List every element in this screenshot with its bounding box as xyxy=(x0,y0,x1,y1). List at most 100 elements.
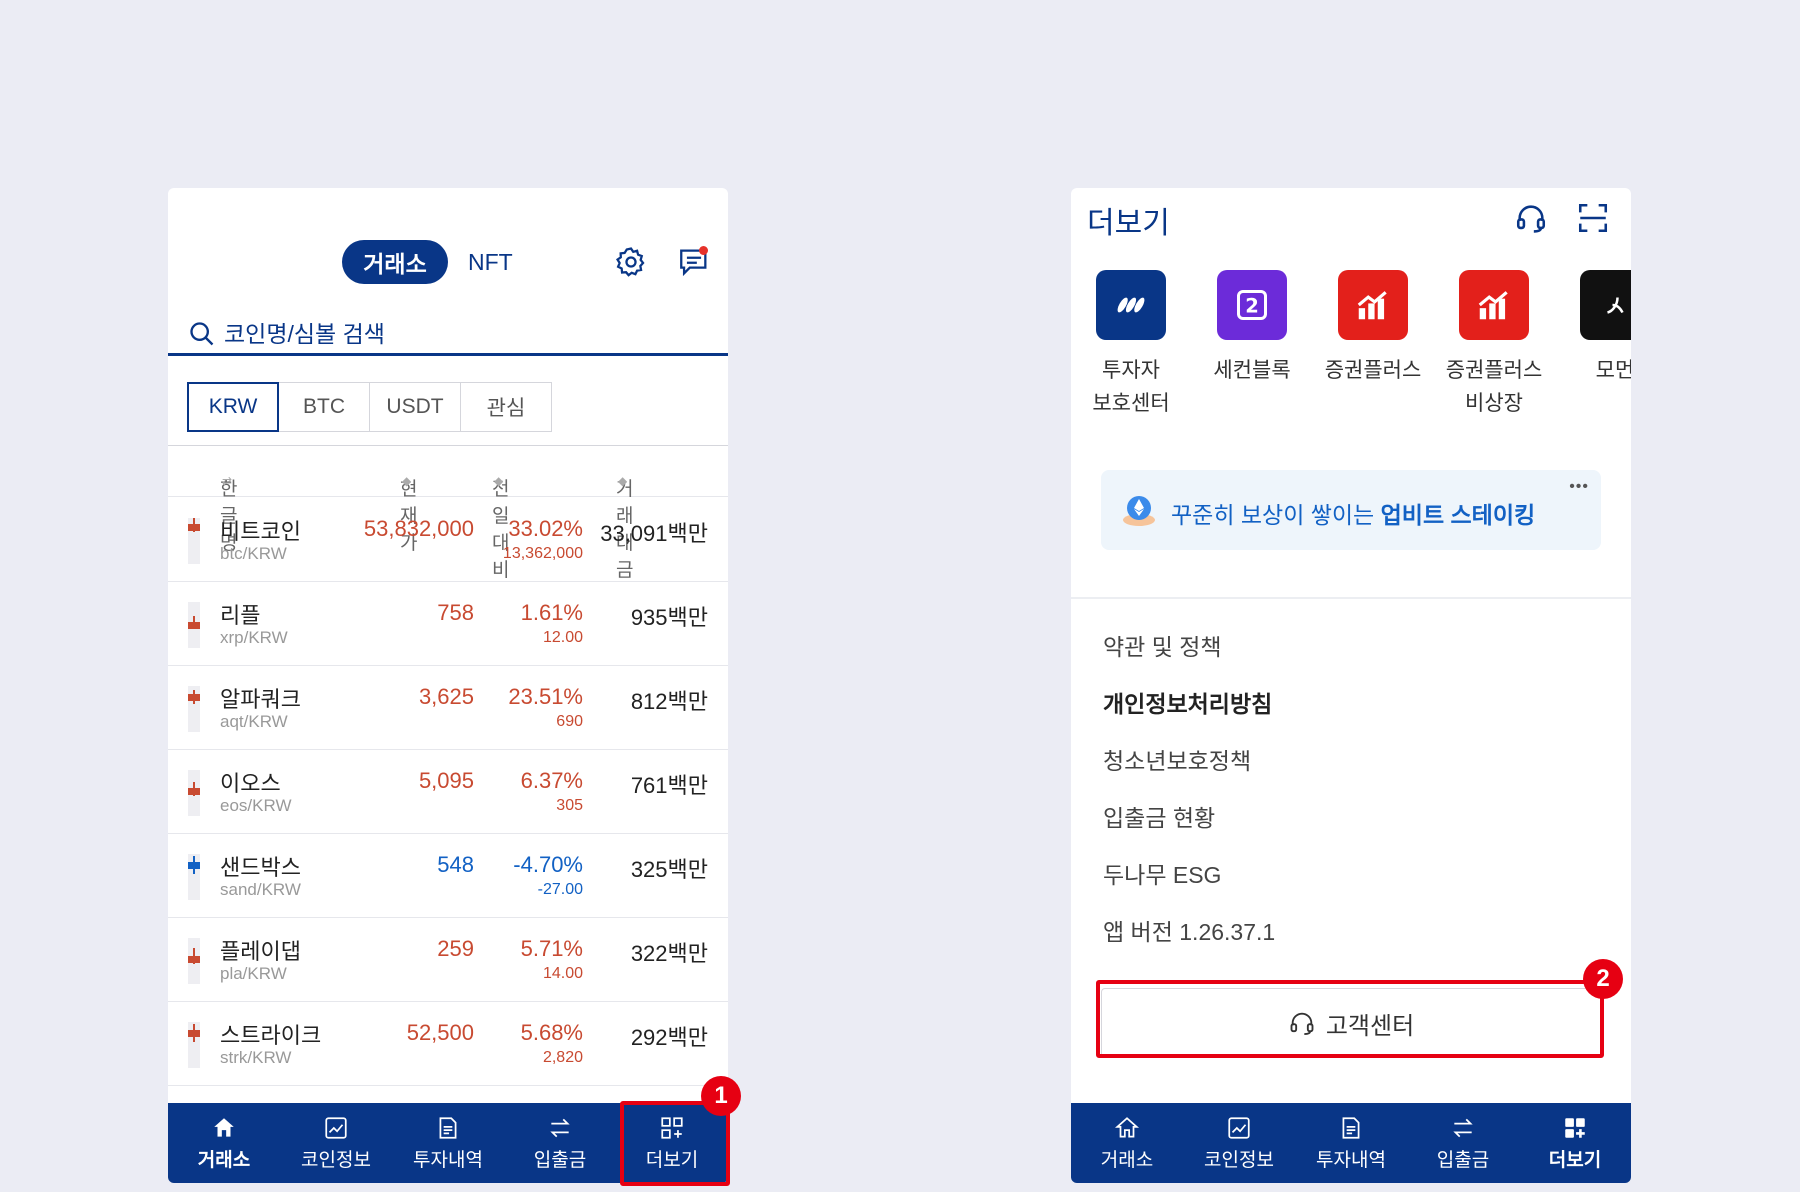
nav-deposit-withdraw[interactable]: 입출금 xyxy=(1407,1103,1519,1183)
app-secondblock[interactable]: 2 세컨블록 xyxy=(1192,270,1312,387)
coin-row[interactable]: 이오스 eos/KRW 5,095 6.37% 305 761백만 xyxy=(168,750,728,834)
search-icon xyxy=(182,314,222,354)
bottom-nav: 거래소 코인정보 투자내역 입출금 더보기 xyxy=(1071,1103,1631,1183)
gear-icon[interactable] xyxy=(611,242,651,282)
coin-name: 비트코인 xyxy=(220,519,301,544)
coin-volume: 33,091백만 xyxy=(600,521,708,546)
app-shortcuts: 투자자 보호센터 2 세컨블록 증권플러스 증권플러스 비상장 모먼 xyxy=(1071,270,1631,430)
app-stock-plus[interactable]: 증권플러스 xyxy=(1313,270,1433,387)
coin-change-pct: 23.51% xyxy=(508,684,583,709)
nav-investments[interactable]: 투자내역 xyxy=(1295,1103,1407,1183)
app-version: 앱 버전 1.26.37.1 xyxy=(1103,919,1276,945)
coin-change-diff: 14.00 xyxy=(542,965,583,982)
coin-list: 비트코인 btc/KRW 53,832,000 33.02% 13,362,00… xyxy=(168,498,728,1086)
coin-symbol: sand/KRW xyxy=(220,880,301,899)
candle-icon xyxy=(188,686,200,732)
coin-name: 리플 xyxy=(220,603,261,628)
coin-volume: 761백만 xyxy=(630,773,708,798)
coin-name: 샌드박스 xyxy=(220,855,301,880)
coin-change-pct: -4.70% xyxy=(513,852,583,877)
nav-label: 코인정보 xyxy=(301,1149,371,1171)
nav-label: 입출금 xyxy=(1436,1149,1490,1171)
menu-youth-policy[interactable]: 청소년보호정책 xyxy=(1103,742,1275,799)
app-moment[interactable]: 모먼 xyxy=(1555,270,1631,387)
coin-change-diff: 13,362,000 xyxy=(502,545,583,562)
chart-icon xyxy=(1228,1116,1250,1139)
app-label: 세컨블록 xyxy=(1213,359,1291,382)
nav-label: 투자내역 xyxy=(1316,1149,1386,1171)
moment-icon xyxy=(1580,270,1631,340)
nav-exchange[interactable]: 거래소 xyxy=(1071,1103,1183,1183)
nav-coin-info[interactable]: 코인정보 xyxy=(1183,1103,1295,1183)
nav-exchange[interactable]: 거래소 xyxy=(168,1103,280,1183)
coin-symbol: aqt/KRW xyxy=(220,712,288,731)
coin-volume: 322백만 xyxy=(630,941,708,966)
coin-row[interactable]: 플레이댑 pla/KRW 259 5.71% 14.00 322백만 xyxy=(168,918,728,1002)
grid-plus-icon xyxy=(1565,1117,1585,1138)
headset-icon[interactable] xyxy=(1511,198,1551,238)
candle-icon xyxy=(188,854,200,900)
coin-row[interactable]: 알파쿼크 aqt/KRW 3,625 23.51% 690 812백만 xyxy=(168,666,728,750)
settings-menu: 약관 및 정책 개인정보처리방침 청소년보호정책 입출금 현황 두나무 ESG … xyxy=(1103,628,1275,970)
home-icon xyxy=(1114,1116,1140,1138)
coin-symbol: eos/KRW xyxy=(220,796,292,815)
market-tabs: KRW BTC USDT 관심 xyxy=(187,382,552,432)
swap-icon: ⇄ xyxy=(222,474,233,488)
nav-coin-info[interactable]: 코인정보 xyxy=(280,1103,392,1183)
coin-change-diff: 12.00 xyxy=(542,629,583,646)
menu-privacy-policy[interactable]: 개인정보처리방침 xyxy=(1103,685,1275,742)
staking-banner[interactable]: 꾸준히 보상이 쌓이는 업비트 스테이킹 ••• xyxy=(1101,470,1601,550)
page-title: 더보기 xyxy=(1087,207,1170,240)
coin-volume: 935백만 xyxy=(630,605,708,630)
secondblock-icon: 2 xyxy=(1217,270,1287,340)
coin-price: 53,832,000 xyxy=(363,516,474,541)
nav-deposit-withdraw[interactable]: 입출금 xyxy=(504,1103,616,1183)
nav-more[interactable]: 더보기 xyxy=(1519,1103,1631,1183)
stock-plus-unlisted-icon xyxy=(1459,270,1529,340)
coin-change-pct: 33.02% xyxy=(508,516,583,541)
nav-label: 투자내역 xyxy=(413,1149,483,1171)
menu-terms[interactable]: 약관 및 정책 xyxy=(1103,628,1275,685)
coin-price: 548 xyxy=(437,852,474,877)
coin-change-pct: 6.37% xyxy=(520,768,583,793)
tab-usdt[interactable]: USDT xyxy=(369,382,461,432)
coin-price: 259 xyxy=(437,936,474,961)
chat-icon[interactable] xyxy=(674,242,714,282)
coin-symbol: xrp/KRW xyxy=(220,628,288,647)
coin-symbol: btc/KRW xyxy=(220,544,287,563)
coin-name: 스트라이크 xyxy=(220,1023,322,1048)
menu-deposit-status[interactable]: 입출금 현황 xyxy=(1103,799,1275,856)
step-badge-1: 1 xyxy=(701,1076,741,1116)
tab-exchange[interactable]: 거래소 xyxy=(342,240,448,284)
app-label: 모먼 xyxy=(1595,359,1631,382)
scan-icon[interactable] xyxy=(1573,198,1613,238)
app-stock-plus-unlisted[interactable]: 증권플러스 비상장 xyxy=(1434,270,1554,420)
banner-text: 꾸준히 보상이 쌓이는 업비트 스테이킹 xyxy=(1171,496,1535,530)
nav-investments[interactable]: 투자내역 xyxy=(392,1103,504,1183)
coin-price: 3,625 xyxy=(418,684,474,709)
more-dots-icon[interactable]: ••• xyxy=(1569,478,1589,496)
candle-icon xyxy=(188,1022,200,1068)
document-icon xyxy=(439,1116,457,1139)
app-investor-protection[interactable]: 투자자 보호센터 xyxy=(1071,270,1191,420)
coin-price: 52,500 xyxy=(406,1020,474,1045)
coin-change-diff: 2,820 xyxy=(542,1049,583,1066)
search-input[interactable] xyxy=(224,316,624,352)
tab-nft[interactable]: NFT xyxy=(468,240,513,284)
coin-row[interactable]: 비트코인 btc/KRW 53,832,000 33.02% 13,362,00… xyxy=(168,498,728,582)
coin-row[interactable]: 샌드박스 sand/KRW 548 -4.70% -27.00 325백만 xyxy=(168,834,728,918)
notification-dot xyxy=(699,246,708,255)
menu-esg[interactable]: 두나무 ESG xyxy=(1103,856,1275,913)
search-bar xyxy=(168,316,728,356)
tab-krw[interactable]: KRW xyxy=(187,382,279,432)
tab-favorites[interactable]: 관심 xyxy=(460,382,552,432)
coin-row[interactable]: 스트라이크 strk/KRW 52,500 5.68% 2,820 292백만 xyxy=(168,1002,728,1086)
transfer-icon xyxy=(1453,1118,1473,1137)
coin-change-pct: 5.71% xyxy=(520,936,583,961)
divider xyxy=(1071,597,1631,599)
coin-row[interactable]: 리플 xrp/KRW 758 1.61% 12.00 935백만 xyxy=(168,582,728,666)
document-icon xyxy=(1342,1116,1360,1139)
tab-btc[interactable]: BTC xyxy=(278,382,370,432)
coin-volume: 292백만 xyxy=(630,1025,708,1050)
coin-change-pct: 5.68% xyxy=(520,1020,583,1045)
